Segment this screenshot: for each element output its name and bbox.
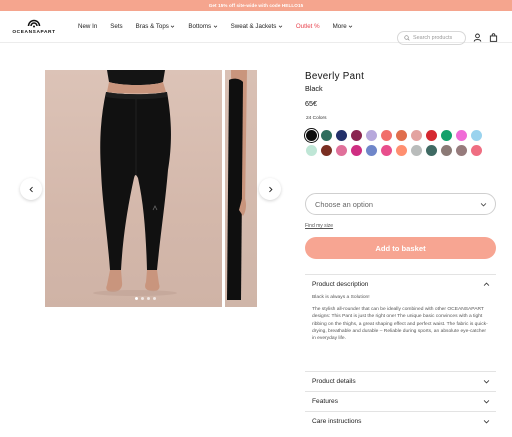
color-swatch[interactable] (366, 145, 377, 156)
accordion-title: Product details (312, 378, 356, 385)
color-swatch[interactable] (336, 130, 347, 141)
color-swatch[interactable] (426, 145, 437, 156)
search-input[interactable]: Search products (397, 31, 466, 45)
nav-label: Sweat & Jackets (230, 23, 277, 30)
accordion-title: Care instructions (312, 418, 362, 425)
chevron-down-icon (480, 203, 487, 207)
gallery-dot[interactable] (147, 297, 150, 300)
nav-new-in[interactable]: New In (78, 23, 97, 30)
color-swatch[interactable] (321, 145, 332, 156)
nav-bras-tops[interactable]: Bras & Tops (136, 23, 176, 30)
accordion-product-details: Product details (305, 371, 496, 391)
color-swatch[interactable] (351, 130, 362, 141)
gallery-pagination (135, 297, 156, 300)
logo-text: OCEANSAPART (12, 30, 56, 35)
gallery-prev-button[interactable] (20, 178, 42, 200)
color-swatches (306, 130, 491, 156)
size-select[interactable]: Choose an option (305, 193, 496, 215)
logo-mark-icon (27, 19, 41, 28)
add-to-basket-button[interactable]: Add to basket (305, 237, 496, 259)
model-figure-front (93, 70, 177, 296)
chevron-down-icon (213, 25, 217, 28)
accordion-header[interactable]: Product description (305, 275, 496, 294)
color-swatch[interactable] (456, 130, 467, 141)
user-icon[interactable] (473, 33, 482, 42)
description-body: The stylish all-rounder that can be idea… (312, 307, 488, 342)
chevron-down-icon (348, 25, 353, 28)
color-swatch[interactable] (351, 145, 362, 156)
promo-banner: Get 15% off site-wide with code HELLO15 (0, 0, 512, 11)
accordion-title: Features (312, 398, 339, 405)
accordion-header[interactable]: Product details (305, 372, 496, 391)
accordion-title: Product description (312, 281, 369, 288)
nav-label: Outlet % (295, 23, 320, 30)
color-swatch[interactable] (396, 145, 407, 156)
accordion-content: Black is always a Solution! The stylish … (305, 294, 496, 342)
product-title: Beverly Pant (305, 71, 365, 82)
chevron-left-icon (28, 186, 33, 192)
color-swatch[interactable] (456, 145, 467, 156)
nav-label: Sets (110, 23, 123, 30)
nav-label: New In (78, 23, 98, 30)
color-swatch[interactable] (381, 130, 392, 141)
main-nav: New In Sets Bras & Tops Bottoms Sweat & … (78, 23, 366, 30)
chevron-down-icon (483, 400, 490, 404)
search-icon (404, 35, 410, 41)
color-swatch[interactable] (411, 145, 422, 156)
description-lead: Black is always a Solution! (312, 295, 370, 300)
accordion-care-instructions: Care instructions (305, 411, 496, 431)
nav-more[interactable]: More (333, 23, 354, 30)
nav-sets[interactable]: Sets (110, 23, 122, 30)
product-image-main (45, 70, 222, 307)
search-placeholder: Search products (413, 35, 453, 41)
accordion-features: Features (305, 391, 496, 411)
colors-count: 24 Colors (306, 116, 327, 121)
gallery-dot[interactable] (135, 297, 138, 300)
size-select-placeholder: Choose an option (315, 199, 373, 209)
product-color-name: Black (305, 84, 323, 93)
gallery-dot[interactable] (153, 297, 156, 300)
chevron-down-icon (483, 380, 490, 384)
color-swatch[interactable] (336, 145, 347, 156)
color-swatch[interactable] (426, 130, 437, 141)
model-figure-side (227, 70, 247, 300)
accordion-product-description: Product description Black is always a So… (305, 274, 496, 347)
nav-label: Bottoms (188, 23, 212, 30)
site-header: OCEANSAPART New In Sets Bras & Tops Bott… (0, 11, 512, 45)
color-swatch[interactable] (381, 145, 392, 156)
color-swatch[interactable] (471, 130, 482, 141)
color-swatch[interactable] (396, 130, 407, 141)
chevron-right-icon (268, 186, 273, 192)
product-gallery[interactable] (45, 70, 257, 307)
logo[interactable]: OCEANSAPART (10, 16, 58, 40)
color-swatch[interactable] (366, 130, 377, 141)
color-swatch[interactable] (321, 130, 332, 141)
bag-icon[interactable] (489, 33, 498, 42)
nav-outlet[interactable]: Outlet % (296, 23, 320, 30)
promo-text: Get 15% off site-wide with code HELLO15 (208, 3, 304, 8)
color-swatch[interactable] (306, 130, 317, 141)
gallery-next-button[interactable] (259, 178, 281, 200)
gallery-dot[interactable] (141, 297, 144, 300)
color-swatch[interactable] (411, 130, 422, 141)
chevron-down-icon (483, 420, 490, 424)
color-swatch[interactable] (306, 145, 317, 156)
nav-sweat-jackets[interactable]: Sweat & Jackets (231, 23, 283, 30)
color-swatch[interactable] (441, 130, 452, 141)
accordion-header[interactable]: Features (305, 392, 496, 411)
accordion-header[interactable]: Care instructions (305, 412, 496, 431)
color-swatch[interactable] (441, 145, 452, 156)
nav-label: More (332, 23, 347, 30)
product-price: 65€ (305, 99, 317, 108)
find-my-size-link[interactable]: Find my size (305, 223, 333, 229)
color-swatch[interactable] (471, 145, 482, 156)
chevron-down-icon (171, 25, 175, 28)
nav-bottoms[interactable]: Bottoms (188, 23, 217, 30)
chevron-up-icon (483, 282, 490, 286)
product-image-side (225, 70, 257, 307)
chevron-down-icon (278, 25, 283, 28)
nav-label: Bras & Tops (135, 23, 169, 30)
